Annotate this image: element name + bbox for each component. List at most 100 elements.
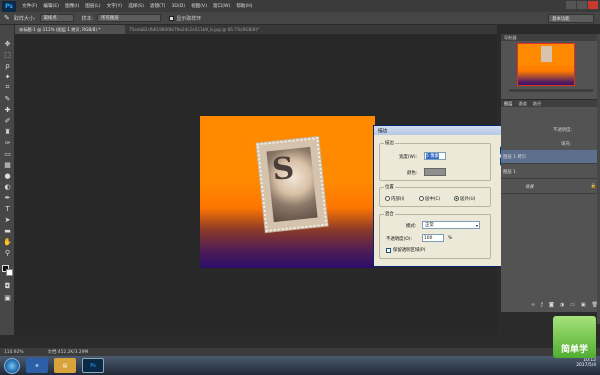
blur-tool-icon[interactable]: ● bbox=[3, 171, 12, 180]
menu-type[interactable]: 文字(Y) bbox=[107, 3, 123, 9]
layer-name: 图层 1 bbox=[503, 169, 516, 175]
sample-size-dropdown[interactable]: 取样点 bbox=[39, 14, 74, 22]
menu-help[interactable]: 帮助(H) bbox=[236, 3, 252, 9]
show-sampling-ring-checkbox[interactable]: 显示取样环 bbox=[169, 15, 201, 22]
quick-mask-icon[interactable]: ◘ bbox=[3, 281, 12, 290]
system-clock[interactable]: 10:12 2017/5/4 bbox=[576, 358, 596, 368]
menu-bar: Ps 文件(F) 编辑(E) 图像(I) 图层(L) 文字(Y) 选择(S) 滤… bbox=[0, 0, 600, 12]
position-inside-label: 内部(I) bbox=[391, 197, 405, 202]
maximize-icon[interactable] bbox=[577, 1, 587, 9]
navigator-header[interactable]: 导航器 bbox=[501, 34, 600, 41]
type-tool-icon[interactable]: T bbox=[3, 204, 12, 213]
history-brush-icon[interactable]: ✑ bbox=[3, 138, 12, 147]
path-selection-icon[interactable]: ➤ bbox=[3, 215, 12, 224]
navigator-title: 导航器 bbox=[504, 34, 517, 40]
menu-layer[interactable]: 图层(L) bbox=[85, 3, 100, 9]
photoshop-taskbar-icon[interactable]: Ps bbox=[82, 358, 104, 373]
opacity-input[interactable]: 100 bbox=[422, 234, 444, 242]
pen-tool-icon[interactable]: ✒ bbox=[3, 193, 12, 202]
position-outside-radio[interactable]: 居外(U) bbox=[454, 196, 475, 202]
mask-icon[interactable]: ◙ bbox=[549, 302, 554, 308]
marquee-tool-icon[interactable]: ⬚ bbox=[3, 50, 12, 59]
position-inside-radio[interactable]: 内部(I) bbox=[385, 196, 405, 202]
menu-3d[interactable]: 3D(D) bbox=[171, 4, 185, 9]
navigator-view-box[interactable] bbox=[517, 43, 575, 86]
sample-dropdown[interactable]: 所有图层 bbox=[97, 14, 162, 22]
position-outside-label: 居外(U) bbox=[460, 197, 476, 202]
brush-tool-icon[interactable]: ✐ bbox=[3, 116, 12, 125]
shape-tool-icon[interactable]: ▬ bbox=[3, 226, 12, 235]
stamp-image: S bbox=[256, 137, 328, 232]
layer-row-background[interactable]: 背景 🔒 bbox=[501, 180, 600, 194]
sample-value: 所有图层 bbox=[101, 16, 119, 21]
taskbar: e ▤ Ps bbox=[0, 356, 600, 375]
ie-taskbar-icon[interactable]: e bbox=[26, 358, 48, 373]
move-tool-icon[interactable]: ✥ bbox=[3, 39, 12, 48]
explorer-taskbar-icon[interactable]: ▤ bbox=[54, 358, 76, 373]
workspace-dropdown[interactable]: 基本功能 bbox=[548, 14, 594, 23]
eyedropper-icon[interactable]: ✎ bbox=[3, 94, 12, 103]
color-swatch[interactable] bbox=[424, 168, 446, 176]
opacity-value: 100 bbox=[424, 235, 433, 241]
menu-select[interactable]: 选择(S) bbox=[128, 3, 144, 9]
clone-stamp-icon[interactable]: ♜ bbox=[3, 127, 12, 136]
layer-row-copy[interactable]: 图层 1 拷贝 bbox=[501, 150, 600, 164]
opacity-unit: % bbox=[448, 236, 453, 241]
menu-file[interactable]: 文件(F) bbox=[22, 3, 37, 9]
dodge-tool-icon[interactable]: ◐ bbox=[3, 182, 12, 191]
watermark-text: 简单学 bbox=[560, 345, 588, 355]
checkbox-icon bbox=[169, 15, 175, 21]
new-layer-icon[interactable]: ▣ bbox=[581, 302, 586, 308]
position-center-radio[interactable]: 居中(C) bbox=[419, 196, 440, 202]
hand-tool-icon[interactable]: ✋ bbox=[3, 237, 12, 246]
menu-filter[interactable]: 滤镜(T) bbox=[150, 3, 166, 9]
document-size: 文档:452.2K/3.29M bbox=[47, 350, 89, 355]
chevron-down-icon: ▾ bbox=[475, 222, 478, 228]
preserve-transparency-checkbox[interactable]: 保留透明区域(P) bbox=[386, 247, 425, 253]
radio-icon bbox=[419, 196, 424, 201]
radio-icon bbox=[385, 196, 390, 201]
options-bar: ✎ 取样大小: 取样点 样本: 所有图层 显示取样环 bbox=[0, 12, 600, 25]
mode-label: 模式: bbox=[406, 224, 417, 229]
background-color-swatch[interactable] bbox=[6, 269, 13, 276]
healing-brush-icon[interactable]: ✚ bbox=[3, 105, 12, 114]
magic-wand-tool-icon[interactable]: ✦ bbox=[3, 72, 12, 81]
stamp-letter-graphic: S bbox=[270, 150, 296, 188]
position-group-title: 位置 bbox=[384, 184, 395, 190]
menu-image[interactable]: 图像(I) bbox=[65, 3, 79, 9]
stroke-group-title: 描边 bbox=[384, 140, 395, 146]
close-icon[interactable] bbox=[588, 1, 598, 9]
layer-row-layer1[interactable]: 图层 1 bbox=[501, 165, 600, 179]
tab-channels[interactable]: 通道 bbox=[518, 101, 526, 107]
menu-edit[interactable]: 编辑(E) bbox=[43, 3, 59, 9]
lasso-tool-icon[interactable]: ρ bbox=[3, 61, 12, 70]
crop-tool-icon[interactable]: ⌗ bbox=[3, 83, 12, 92]
group-icon[interactable]: ▭ bbox=[570, 302, 575, 308]
mode-dropdown[interactable]: 正常 ▾ bbox=[422, 221, 480, 229]
windows-start-button[interactable] bbox=[4, 357, 20, 374]
tab-paths[interactable]: 路径 bbox=[533, 101, 541, 107]
screen-mode-icon[interactable]: ▣ bbox=[3, 293, 12, 302]
width-value: 5 像素 bbox=[426, 153, 439, 159]
gradient-tool-icon[interactable]: ▦ bbox=[3, 160, 12, 169]
mode-value: 正常 bbox=[425, 223, 434, 228]
tab-document-2[interactable]: 75eda82cfb61984fdb79e24c2e511b9_b.jpg @ … bbox=[125, 25, 285, 34]
preserve-transparency-label: 保留透明区域(P) bbox=[393, 248, 426, 253]
tab-document-1[interactable]: 未标题-1 @ 111% (图层 1 拷贝, RGB/8) * bbox=[15, 25, 125, 34]
layer-opacity-label: 不透明度: bbox=[553, 128, 573, 133]
adjustment-icon[interactable]: ◑ bbox=[560, 302, 564, 308]
width-input[interactable]: 5 像素 bbox=[424, 152, 446, 160]
sample-size-label: 取样大小: bbox=[13, 15, 36, 22]
menu-window[interactable]: 窗口(W) bbox=[213, 3, 230, 9]
eraser-tool-icon[interactable]: ▭ bbox=[3, 149, 12, 158]
zoom-tool-icon[interactable]: ⚲ bbox=[3, 248, 12, 257]
tab-layers[interactable]: 图层 bbox=[504, 101, 512, 107]
zoom-level[interactable]: 110.92% bbox=[4, 350, 24, 355]
navigator-zoom-slider[interactable] bbox=[509, 89, 593, 92]
minimize-icon[interactable] bbox=[566, 1, 576, 9]
link-layers-icon[interactable]: ∞ bbox=[531, 302, 535, 308]
eyedropper-tool-icon[interactable]: ✎ bbox=[4, 14, 10, 22]
layer-fill-label: 填充: bbox=[561, 142, 572, 147]
menu-view[interactable]: 视图(V) bbox=[191, 3, 207, 9]
fx-icon[interactable]: ƒ bbox=[541, 302, 543, 308]
